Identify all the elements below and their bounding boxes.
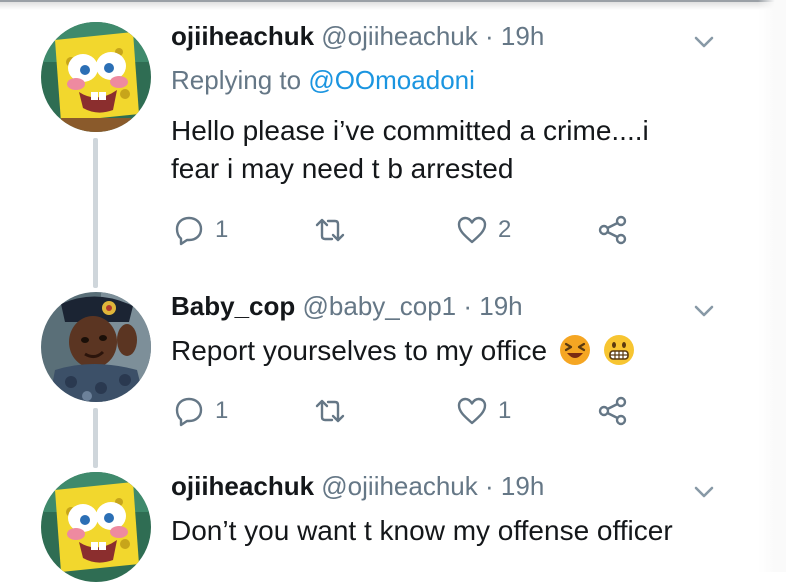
user-handle[interactable]: @ojiiheachuk bbox=[321, 471, 477, 501]
timestamp[interactable]: 19h bbox=[501, 471, 544, 501]
chevron-down-icon[interactable] bbox=[693, 481, 715, 503]
separator-dot: · bbox=[485, 471, 494, 501]
display-name[interactable]: ojiiheachuk bbox=[171, 471, 314, 501]
tweet-header: ojiiheachuk @ojiiheachuk · 19h bbox=[171, 470, 544, 502]
tweet[interactable]: ojiiheachuk @ojiiheachuk · 19h Don’t you… bbox=[0, 0, 786, 582]
avatar[interactable] bbox=[41, 472, 151, 582]
sponge-avatar-image bbox=[41, 472, 151, 582]
screen-edge bbox=[758, 0, 786, 572]
tweet-text-line: Don’t you want t know my offense officer bbox=[171, 515, 673, 546]
